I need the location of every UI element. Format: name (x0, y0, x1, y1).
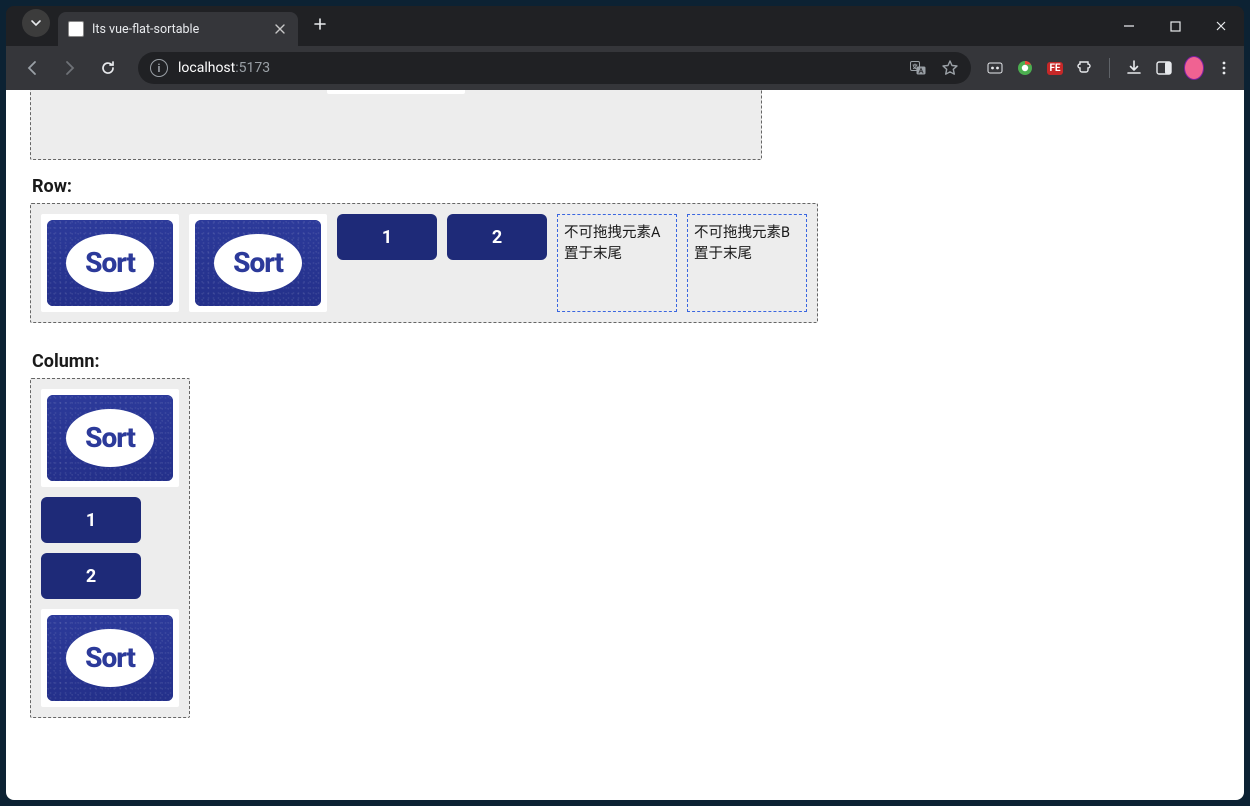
sort-card-label: Sort (85, 246, 135, 279)
side-panel-button[interactable] (1154, 58, 1174, 78)
omnibox[interactable]: i localhost:5173 (138, 52, 971, 84)
arrow-left-icon (23, 59, 41, 77)
browser-toolbar: i localhost:5173 FE (6, 46, 1244, 90)
extension-icon-2[interactable] (1015, 58, 1035, 78)
locked-item-line: 置于末尾 (564, 242, 670, 263)
url-host: localhost (178, 60, 235, 76)
window-maximize-button[interactable] (1152, 10, 1198, 42)
page-viewport: Sort Row: Sort Sort 1 2 不可拖拽元 (6, 90, 1244, 800)
locked-item-line: 不可拖拽元素B (694, 221, 800, 242)
locked-item: 不可拖拽元素B 置于末尾 (687, 214, 807, 312)
sortable-chip[interactable]: 1 (337, 214, 437, 260)
new-tab-button[interactable] (306, 10, 334, 38)
browser-tab[interactable]: Its vue-flat-sortable (58, 12, 298, 46)
locked-item-line: 置于末尾 (694, 242, 800, 263)
sort-card-graphic: Sort (47, 615, 173, 701)
sort-card-label: Sort (233, 246, 283, 279)
plus-icon (313, 17, 327, 31)
sort-card-graphic: Sort (195, 220, 321, 306)
sortable-chip[interactable]: 2 (447, 214, 547, 260)
column-container: Sort 1 2 Sort (30, 378, 190, 718)
sortable-card[interactable]: Sort (41, 389, 179, 487)
sort-card-graphic: Sort (47, 220, 173, 306)
tab-close-button[interactable] (272, 21, 288, 37)
row-container: Sort Sort 1 2 不可拖拽元素A 置于末尾 不可拖拽元素B 置于末尾 (30, 203, 818, 323)
omnibox-url: localhost:5173 (178, 60, 270, 76)
arrow-right-icon (61, 59, 79, 77)
tab-title: Its vue-flat-sortable (92, 22, 199, 37)
locked-item-line: 不可拖拽元素A (564, 221, 670, 242)
reload-icon (99, 59, 117, 77)
page-content[interactable]: Sort Row: Sort Sort 1 2 不可拖拽元 (6, 90, 1244, 800)
browser-window: Its vue-flat-sortable i loca (0, 0, 1250, 806)
translate-icon[interactable] (909, 59, 927, 77)
sort-card-label: Sort (85, 641, 135, 674)
window-frame: Its vue-flat-sortable i loca (6, 6, 1244, 800)
profile-avatar[interactable] (1184, 58, 1204, 78)
locked-item: 不可拖拽元素A 置于末尾 (557, 214, 677, 312)
top-partial-container: Sort (30, 90, 762, 160)
toolbar-divider (1109, 58, 1110, 78)
site-info-icon[interactable]: i (150, 59, 168, 77)
downloads-button[interactable] (1124, 58, 1144, 78)
browser-menu-button[interactable] (1214, 58, 1234, 78)
sortable-card[interactable]: Sort (327, 90, 465, 94)
tab-favicon (68, 21, 84, 37)
sortable-card[interactable]: Sort (189, 214, 327, 312)
omnibox-actions (909, 59, 959, 77)
tab-search-button[interactable] (22, 9, 50, 37)
sort-card-graphic: Sort (47, 395, 173, 481)
column-section-label: Column: (32, 351, 1220, 372)
extensions-row: FE (985, 58, 1234, 78)
close-icon (275, 24, 285, 34)
sortable-chip[interactable]: 1 (41, 497, 141, 543)
nav-forward-button[interactable] (54, 52, 86, 84)
extension-icon-3[interactable]: FE (1045, 58, 1065, 78)
sort-card-label: Sort (85, 421, 135, 454)
tab-strip: Its vue-flat-sortable (6, 6, 1244, 46)
sortable-chip[interactable]: 2 (41, 553, 141, 599)
row-section-label: Row: (32, 176, 1220, 197)
window-minimize-button[interactable] (1106, 10, 1152, 42)
window-close-button[interactable] (1198, 10, 1244, 42)
extensions-menu-button[interactable] (1075, 58, 1095, 78)
close-icon (1215, 20, 1227, 32)
window-controls (1106, 6, 1244, 46)
extension-icon-1[interactable] (985, 58, 1005, 78)
sortable-card[interactable]: Sort (41, 214, 179, 312)
bookmark-icon[interactable] (941, 59, 959, 77)
nav-back-button[interactable] (16, 52, 48, 84)
maximize-icon (1170, 21, 1181, 32)
sortable-card[interactable]: Sort (41, 609, 179, 707)
minimize-icon (1123, 20, 1135, 32)
nav-reload-button[interactable] (92, 52, 124, 84)
chevron-down-icon (30, 17, 42, 29)
url-port: :5173 (235, 60, 270, 76)
